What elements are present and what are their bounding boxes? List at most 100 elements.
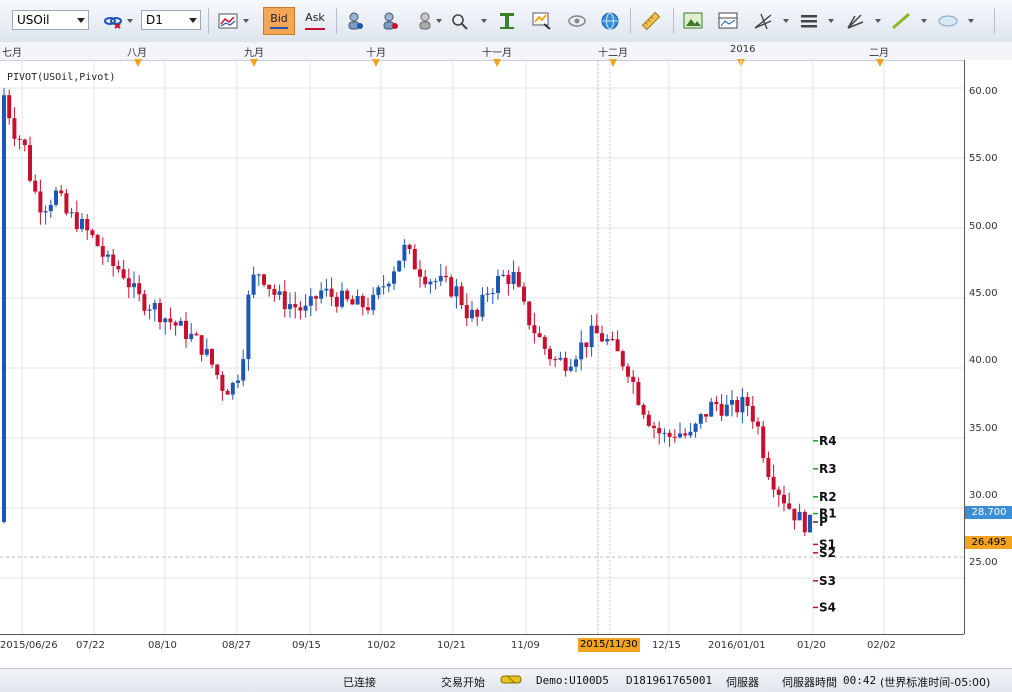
text-tool-icon[interactable] bbox=[494, 8, 520, 34]
candle-down bbox=[262, 274, 266, 285]
bar-chart-icon[interactable] bbox=[215, 8, 241, 34]
lines-icon[interactable] bbox=[796, 8, 822, 34]
chevron-down-icon[interactable] bbox=[968, 19, 974, 23]
ruler-icon[interactable] bbox=[638, 8, 664, 34]
candle-down bbox=[449, 277, 454, 297]
candle-up bbox=[69, 212, 74, 214]
chevron-down-icon[interactable] bbox=[127, 19, 133, 23]
candle-down bbox=[475, 309, 480, 317]
candle-down bbox=[600, 333, 604, 342]
price-chart[interactable]: R4 R3 R2 R1 P S1 S2 S3 S4 bbox=[0, 60, 964, 634]
candle-down bbox=[334, 296, 339, 307]
chevron-down-icon[interactable] bbox=[875, 19, 881, 23]
image-icon[interactable] bbox=[680, 8, 706, 34]
candle-up bbox=[163, 318, 168, 323]
candle-up bbox=[438, 275, 443, 282]
candle-up bbox=[308, 296, 313, 306]
candle-down bbox=[126, 278, 131, 288]
link-icon[interactable] bbox=[100, 8, 126, 34]
candle-up bbox=[48, 204, 53, 212]
fork-icon[interactable] bbox=[750, 8, 776, 34]
candle-up bbox=[797, 511, 802, 521]
chevron-down-icon[interactable] bbox=[783, 19, 789, 23]
pen-icon[interactable] bbox=[842, 8, 868, 34]
candle-down bbox=[516, 272, 521, 287]
pivot-level-label: R4 bbox=[819, 434, 837, 448]
candle-down bbox=[194, 333, 199, 336]
candle-down bbox=[782, 494, 786, 504]
person-icon[interactable] bbox=[377, 8, 403, 34]
candle-up bbox=[2, 95, 6, 522]
candle-down bbox=[464, 305, 469, 319]
candle-down bbox=[646, 414, 651, 426]
price-tick: 25.00 bbox=[969, 557, 998, 568]
candle-down bbox=[735, 400, 740, 413]
symbol-select[interactable]: USOil bbox=[12, 10, 89, 30]
candle-down bbox=[282, 291, 287, 310]
trading-status: 交易开始 bbox=[441, 676, 485, 689]
trend-line-icon[interactable] bbox=[888, 8, 914, 34]
candle-up bbox=[808, 514, 812, 533]
crosshair-date-tag: 2015/11/30 bbox=[578, 638, 640, 652]
candle-down bbox=[293, 304, 298, 308]
chevron-down-icon[interactable] bbox=[481, 19, 487, 23]
signal-icon[interactable] bbox=[529, 8, 555, 34]
symbol-value: USOil bbox=[17, 13, 50, 27]
candle-down bbox=[792, 508, 797, 521]
chevron-down-icon[interactable] bbox=[828, 19, 834, 23]
layout-icon[interactable] bbox=[715, 8, 741, 34]
candle-down bbox=[199, 335, 204, 355]
candlestick-chart[interactable]: R4R3R2R1PS1S2S3S4 bbox=[0, 60, 964, 634]
candle-down bbox=[64, 193, 69, 214]
candle-down bbox=[802, 511, 807, 533]
candle-down bbox=[787, 503, 792, 509]
zoom-icon[interactable] bbox=[447, 8, 473, 34]
candle-up bbox=[288, 304, 292, 310]
timeframe-select[interactable]: D1 bbox=[141, 10, 201, 30]
candle-down bbox=[761, 426, 766, 459]
candle-down bbox=[267, 284, 272, 289]
handshake-icon bbox=[500, 672, 522, 689]
candle-down bbox=[90, 230, 95, 236]
month-label: 九月 bbox=[244, 48, 264, 59]
candle-down bbox=[22, 139, 27, 146]
chevron-down-icon[interactable] bbox=[436, 19, 442, 23]
date-tick: 07/22 bbox=[76, 640, 105, 651]
eye-icon[interactable] bbox=[564, 8, 590, 34]
chevron-down-icon[interactable] bbox=[243, 19, 249, 23]
person-icon[interactable] bbox=[342, 8, 368, 34]
bid-button[interactable]: Bid bbox=[263, 7, 295, 35]
pivot-level-label: R2 bbox=[819, 490, 837, 504]
candle-up bbox=[433, 281, 438, 283]
price-tick: 35.00 bbox=[969, 423, 998, 434]
globe-icon[interactable] bbox=[597, 8, 623, 34]
person-icon[interactable] bbox=[412, 8, 438, 34]
ellipse-icon[interactable] bbox=[935, 8, 961, 34]
chevron-down-icon[interactable] bbox=[921, 19, 927, 23]
candle-down bbox=[407, 244, 412, 249]
date-axis[interactable]: 2015/06/26 07/22 08/10 08/27 09/15 10/02… bbox=[0, 634, 964, 657]
ask-button[interactable]: Ask bbox=[299, 7, 331, 35]
candle-down bbox=[719, 404, 724, 416]
candle-up bbox=[80, 218, 84, 230]
candle-up bbox=[256, 274, 261, 276]
candle-down bbox=[137, 283, 142, 295]
candle-down bbox=[631, 376, 636, 382]
candle-up bbox=[511, 272, 516, 285]
date-tick: 10/02 bbox=[367, 640, 396, 651]
price-tick: 55.00 bbox=[969, 153, 998, 164]
date-tick: 11/09 bbox=[511, 640, 540, 651]
candle-down bbox=[745, 396, 750, 406]
candle-up bbox=[678, 433, 682, 438]
month-label: 七月 bbox=[2, 48, 22, 59]
candle-up bbox=[189, 333, 194, 340]
date-tick: 01/20 bbox=[797, 640, 826, 651]
candle-down bbox=[683, 433, 688, 436]
candle-up bbox=[386, 283, 391, 287]
price-axis[interactable]: 60.00 55.00 50.00 45.00 40.00 35.00 30.0… bbox=[964, 60, 1012, 634]
server-label: 伺服器 bbox=[726, 676, 759, 689]
candle-down bbox=[215, 364, 220, 375]
candle-down bbox=[85, 218, 90, 231]
candle-down bbox=[345, 290, 350, 300]
candle-up bbox=[371, 294, 376, 311]
